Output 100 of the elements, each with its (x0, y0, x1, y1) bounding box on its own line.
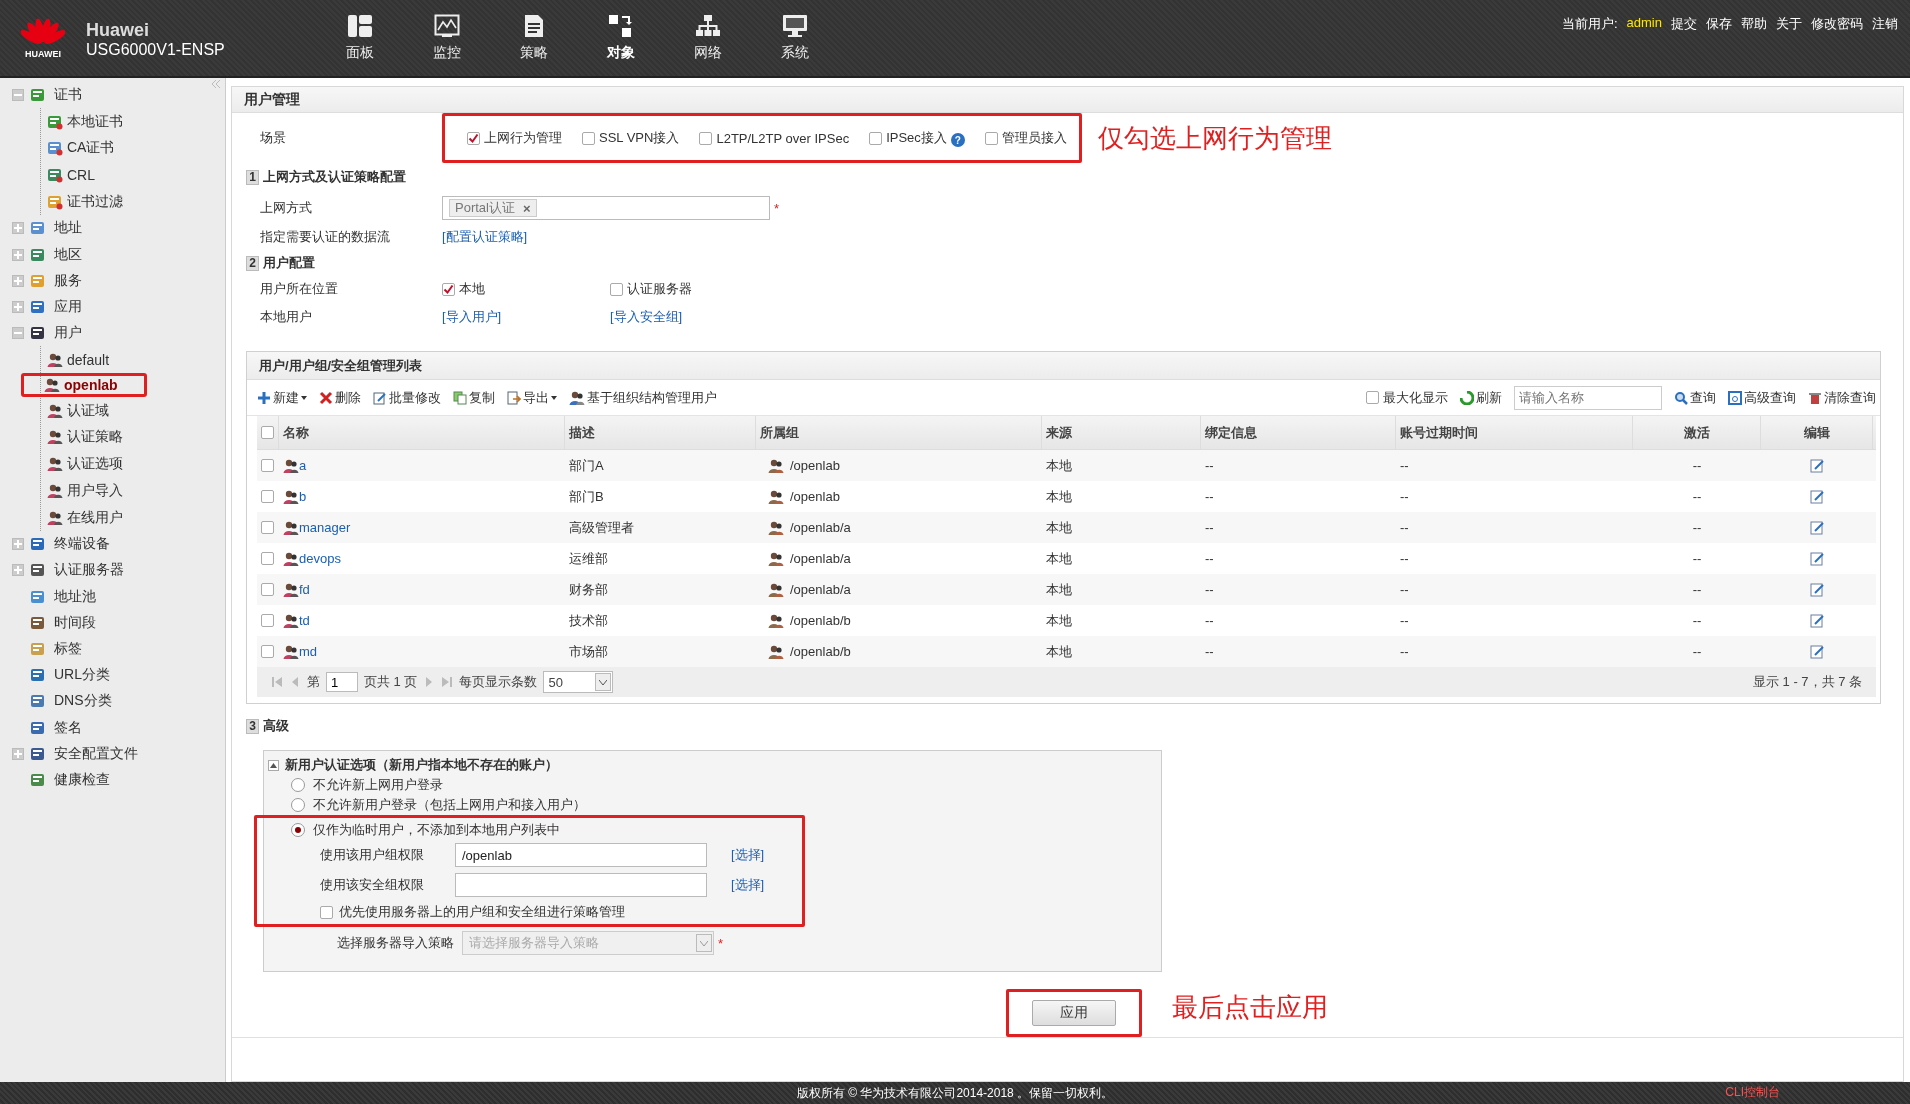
nav-tab[interactable]: 监控 (403, 0, 490, 76)
edit-icon[interactable] (1809, 644, 1825, 659)
column-header[interactable]: 描述 (565, 416, 756, 449)
checkbox[interactable] (261, 583, 274, 596)
tree-item[interactable]: 认证选项 (65, 454, 125, 475)
tree-item[interactable]: 时间段 (52, 612, 98, 633)
header-link[interactable]: 关于 (1776, 15, 1802, 33)
user-link[interactable]: a (299, 458, 307, 473)
checkbox[interactable] (261, 552, 274, 565)
tree-item[interactable]: 应用 (52, 297, 84, 318)
tree-item[interactable]: URL分类 (52, 665, 112, 686)
checkbox[interactable] (261, 614, 274, 627)
tree-item[interactable]: 证书 (52, 85, 84, 106)
header-link[interactable]: 注销 (1872, 15, 1898, 33)
tree-item[interactable]: 本地证书 (65, 111, 125, 132)
tree-item[interactable]: CA证书 (65, 138, 117, 159)
select-link[interactable]: [选择] (731, 876, 765, 894)
header-link[interactable]: 保存 (1706, 15, 1732, 33)
cli-console-link[interactable]: CLI控制台 (1725, 1084, 1780, 1101)
tree-item[interactable]: 签名 (52, 717, 84, 738)
search-field[interactable]: 请输入名称 (1514, 385, 1662, 410)
group-toggle[interactable] (268, 759, 279, 771)
nav-tab[interactable]: 对象 (577, 0, 664, 76)
import-link[interactable]: [导入安全组] (610, 309, 683, 324)
tree-item[interactable]: 证书过滤 (65, 191, 125, 212)
page-input[interactable]: 1 (326, 672, 358, 692)
expand-icon[interactable] (12, 248, 24, 261)
tree-item[interactable]: 认证策略 (65, 427, 125, 448)
edit-icon[interactable] (1809, 458, 1825, 473)
toolbar-button[interactable]: 导出 (507, 388, 557, 407)
user-link[interactable]: b (299, 489, 307, 504)
user-link[interactable]: manager (299, 520, 351, 535)
user-link[interactable]: devops (299, 551, 341, 566)
remove-icon[interactable]: × (522, 200, 531, 216)
toolbar-button[interactable]: 删除 (319, 388, 361, 407)
query-button[interactable]: 查询 (1674, 388, 1716, 407)
last-page-icon[interactable] (441, 676, 454, 688)
column-header[interactable]: 账号过期时间 (1396, 416, 1633, 449)
edit-icon[interactable] (1809, 520, 1825, 535)
tree-item[interactable]: 服务 (52, 270, 84, 291)
toolbar-button[interactable]: 新建 (257, 388, 307, 407)
clear-query-button[interactable]: 清除查询 (1808, 388, 1876, 407)
tree-item[interactable]: 用户 (52, 323, 84, 344)
tree-item[interactable]: 安全配置文件 (52, 743, 140, 764)
checkbox[interactable] (467, 131, 480, 145)
expand-icon[interactable] (12, 747, 24, 760)
tree-item[interactable]: 在线用户 (65, 507, 125, 528)
user-link[interactable]: md (299, 644, 318, 659)
page-size-select[interactable]: 50 (543, 671, 614, 693)
tree-item[interactable]: default (65, 350, 112, 369)
expand-icon[interactable] (12, 301, 24, 314)
column-header[interactable]: 编辑 (1761, 416, 1873, 449)
column-header[interactable]: 激活 (1633, 416, 1761, 449)
expand-icon[interactable] (12, 274, 24, 287)
checkbox[interactable] (582, 131, 595, 145)
nav-tab[interactable]: 面板 (316, 0, 403, 76)
header-link[interactable]: 提交 (1671, 15, 1697, 33)
input-field[interactable]: /openlab (455, 843, 707, 867)
header-link[interactable]: 修改密码 (1811, 15, 1863, 33)
checkbox[interactable] (610, 282, 623, 296)
apply-button[interactable]: 应用 (1032, 999, 1116, 1026)
edit-icon[interactable] (1809, 582, 1825, 597)
expand-icon[interactable] (12, 222, 24, 235)
collapse-icon[interactable] (12, 89, 24, 102)
nav-tab[interactable]: 网络 (664, 0, 751, 76)
column-header[interactable]: 所属组 (756, 416, 1042, 449)
expand-icon[interactable] (12, 538, 24, 551)
checkbox[interactable] (1366, 391, 1379, 404)
tree-item[interactable]: 用户导入 (65, 480, 125, 501)
tree-item[interactable]: 终端设备 (52, 534, 112, 555)
toolbar-button[interactable]: 基于组织结构管理用户 (569, 388, 717, 407)
user-link[interactable]: td (299, 613, 310, 628)
tree-item[interactable]: openlab (62, 376, 120, 395)
checkbox[interactable] (261, 459, 274, 472)
first-page-icon[interactable] (271, 676, 283, 688)
policy-link[interactable]: [配置认证策略] (442, 228, 528, 246)
refresh-button[interactable]: 刷新 (1460, 388, 1502, 407)
checkbox[interactable] (261, 645, 274, 658)
toolbar-button[interactable]: 复制 (453, 388, 495, 407)
tree-item[interactable]: 地址池 (52, 586, 98, 607)
expand-icon[interactable] (12, 564, 24, 577)
edit-icon[interactable] (1809, 489, 1825, 504)
checkbox[interactable] (261, 490, 274, 503)
checkbox[interactable] (442, 282, 455, 296)
import-link[interactable]: [导入用户] (442, 309, 502, 324)
column-header[interactable]: 名称 (279, 416, 565, 449)
tree-item[interactable]: 认证服务器 (52, 560, 126, 581)
column-header[interactable]: 来源 (1042, 416, 1201, 449)
tree-item[interactable]: 健康检查 (52, 769, 112, 790)
checkbox[interactable] (699, 131, 713, 145)
tree-item[interactable]: DNS分类 (52, 691, 114, 712)
tree-item[interactable]: 标签 (52, 638, 84, 659)
radio-button[interactable] (291, 778, 305, 792)
tag-field[interactable]: Portal认证 × (442, 196, 770, 220)
tree-item[interactable]: CRL (65, 166, 97, 185)
radio-button[interactable] (291, 798, 305, 812)
checkbox[interactable] (869, 131, 883, 145)
nav-tab[interactable]: 策略 (490, 0, 577, 76)
help-icon[interactable]: ? (950, 133, 965, 147)
checkbox[interactable] (984, 131, 998, 145)
